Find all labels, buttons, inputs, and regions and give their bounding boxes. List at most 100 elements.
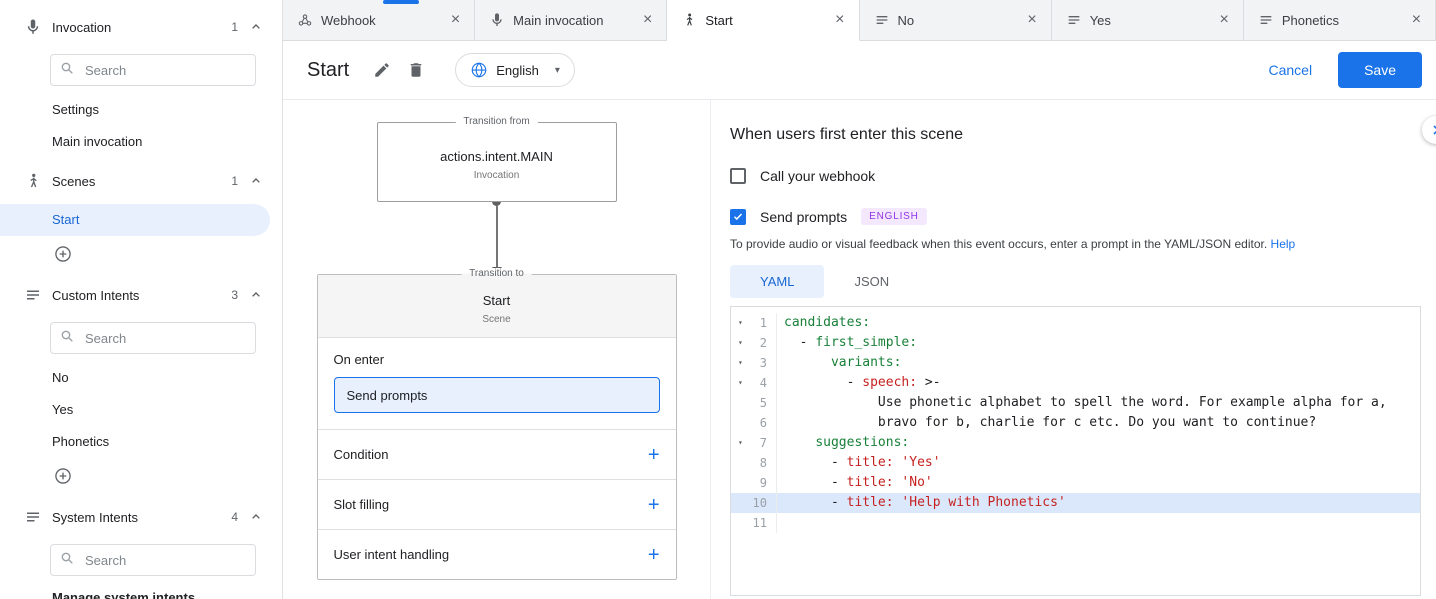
user-intent-handling-row[interactable]: User intent handling + xyxy=(318,529,676,579)
call-webhook-label: Call your webhook xyxy=(760,168,875,184)
code-line[interactable]: 8 - title: 'Yes' xyxy=(731,453,1420,473)
globe-icon xyxy=(470,61,488,79)
sidebar-item-phonetics[interactable]: Phonetics xyxy=(0,426,282,458)
expand-panel-button[interactable] xyxy=(1422,116,1436,144)
code-editor[interactable]: ▾1candidates:▾2 - first_simple:▾3 varian… xyxy=(730,306,1421,596)
manage-system-intents-link[interactable]: Manage system intents xyxy=(0,590,282,599)
close-icon[interactable]: × xyxy=(637,11,658,29)
close-icon[interactable]: × xyxy=(829,11,850,29)
code-line[interactable]: ▾7 suggestions: xyxy=(731,433,1420,453)
tab-phonetics[interactable]: Phonetics × xyxy=(1244,0,1436,40)
list-icon xyxy=(24,508,42,526)
actions-console: Invocation 1 Settings Main invocation Sc… xyxy=(0,0,1436,599)
tab-bar: Webhook × Main invocation × Start × xyxy=(283,0,1436,41)
chevron-up-icon[interactable] xyxy=(248,173,264,189)
cancel-button[interactable]: Cancel xyxy=(1262,61,1318,79)
code-line[interactable]: ▾3 variants: xyxy=(731,353,1420,373)
sidebar-section-custom-intents[interactable]: Custom Intents 3 xyxy=(0,272,282,318)
invocation-search[interactable] xyxy=(50,54,256,86)
close-icon[interactable]: × xyxy=(1021,11,1042,29)
tab-start[interactable]: Start × xyxy=(667,0,859,41)
condition-label: Condition xyxy=(334,447,389,462)
language-selector[interactable]: English ▾ xyxy=(455,53,575,87)
search-input[interactable] xyxy=(83,552,247,569)
sidebar-section-invocation[interactable]: Invocation 1 xyxy=(0,4,282,50)
tab-json[interactable]: JSON xyxy=(824,265,919,298)
edit-button[interactable] xyxy=(365,53,399,87)
sidebar-item-main-invocation[interactable]: Main invocation xyxy=(0,126,282,158)
scene-card: Transition to Start Scene On enter Send … xyxy=(317,274,677,580)
connector-line xyxy=(496,206,498,267)
scene-card-header[interactable]: Transition to Start Scene xyxy=(318,275,676,338)
search-icon xyxy=(59,550,75,571)
condition-row[interactable]: Condition + xyxy=(318,429,676,479)
add-condition-icon[interactable]: + xyxy=(648,445,660,465)
add-intent-handler-icon[interactable]: + xyxy=(648,545,660,565)
section-count: 1 xyxy=(231,174,238,188)
system-intents-search[interactable] xyxy=(50,544,256,576)
tab-yaml[interactable]: YAML xyxy=(730,265,824,298)
transition-from-node[interactable]: Transition from actions.intent.MAIN Invo… xyxy=(377,122,617,202)
help-link[interactable]: Help xyxy=(1271,237,1296,251)
content-row: Transition from actions.intent.MAIN Invo… xyxy=(283,100,1436,599)
editor-format-tabs: YAML JSON xyxy=(730,265,1421,298)
sidebar-item-start[interactable]: Start xyxy=(0,204,270,236)
send-prompts-checkbox[interactable] xyxy=(730,209,746,225)
code-line[interactable]: 9 - title: 'No' xyxy=(731,473,1420,493)
tab-webhook[interactable]: Webhook × xyxy=(283,0,475,40)
add-intent-button[interactable] xyxy=(52,465,74,487)
scene-header: Start English ▾ Cancel Save xyxy=(283,41,1436,100)
scene-diagram-panel: Transition from actions.intent.MAIN Invo… xyxy=(283,100,710,599)
tab-scroll-indicator[interactable] xyxy=(383,0,419,4)
scene-card-subtitle: Scene xyxy=(318,314,676,325)
code-line[interactable]: ▾2 - first_simple: xyxy=(731,333,1420,353)
sidebar-item-settings[interactable]: Settings xyxy=(0,94,282,126)
chevron-up-icon[interactable] xyxy=(248,287,264,303)
add-scene-button[interactable] xyxy=(52,243,74,265)
prompt-description: To provide audio or visual feedback when… xyxy=(730,237,1421,251)
code-line[interactable]: 10 - title: 'Help with Phonetics' xyxy=(731,493,1420,513)
save-button[interactable]: Save xyxy=(1338,52,1422,88)
section-count: 3 xyxy=(231,288,238,302)
tab-no[interactable]: No × xyxy=(860,0,1052,40)
tab-yes[interactable]: Yes × xyxy=(1052,0,1244,40)
code-line[interactable]: ▾4 - speech: >- xyxy=(731,373,1420,393)
sidebar-item-no[interactable]: No xyxy=(0,362,282,394)
close-icon[interactable]: × xyxy=(1214,11,1235,29)
sidebar-section-scenes[interactable]: Scenes 1 xyxy=(0,158,282,204)
call-webhook-checkbox[interactable] xyxy=(730,168,746,184)
tab-main-invocation[interactable]: Main invocation × xyxy=(475,0,667,40)
close-icon[interactable]: × xyxy=(1406,11,1427,29)
chevron-up-icon[interactable] xyxy=(248,19,264,35)
custom-intents-search[interactable] xyxy=(50,322,256,354)
add-slot-icon[interactable]: + xyxy=(648,495,660,515)
send-prompts-block[interactable]: Send prompts xyxy=(334,377,660,413)
scene-title: Start xyxy=(307,59,349,82)
chevron-up-icon[interactable] xyxy=(248,509,264,525)
send-prompts-checkbox-row: Send prompts ENGLISH xyxy=(730,208,1421,225)
code-line[interactable]: ▾1candidates: xyxy=(731,313,1420,333)
close-icon[interactable]: × xyxy=(445,11,466,29)
search-input[interactable] xyxy=(83,330,247,347)
code-line[interactable]: 11 xyxy=(731,513,1420,533)
delete-button[interactable] xyxy=(399,53,433,87)
transition-from-title: actions.intent.MAIN xyxy=(378,149,616,164)
person-icon xyxy=(681,12,697,28)
code-line[interactable]: 5 Use phonetic alphabet to spell the wor… xyxy=(731,393,1420,413)
search-icon xyxy=(59,60,75,81)
panel-heading: When users first enter this scene xyxy=(730,126,1421,144)
scene-event-panel: When users first enter this scene Call y… xyxy=(710,100,1436,599)
search-input[interactable] xyxy=(83,62,247,79)
language-badge: ENGLISH xyxy=(861,208,927,225)
transition-from-subtitle: Invocation xyxy=(378,170,616,181)
slot-filling-row[interactable]: Slot filling + xyxy=(318,479,676,529)
sidebar-item-yes[interactable]: Yes xyxy=(0,394,282,426)
section-count: 1 xyxy=(231,20,238,34)
list-icon xyxy=(1066,12,1082,28)
language-label: English xyxy=(496,63,539,78)
webhook-checkbox-row: Call your webhook xyxy=(730,168,1421,184)
mic-icon xyxy=(489,12,505,28)
sidebar-section-system-intents[interactable]: System Intents 4 xyxy=(0,494,282,540)
code-line[interactable]: 6 bravo for b, charlie for c etc. Do you… xyxy=(731,413,1420,433)
on-enter-label: On enter xyxy=(318,338,676,377)
